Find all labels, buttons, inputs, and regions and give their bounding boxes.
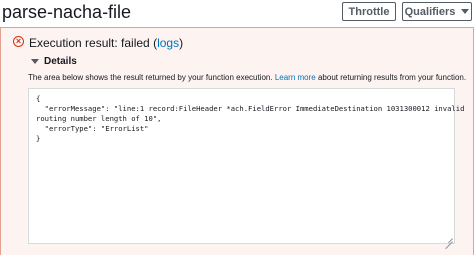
error-circle-icon: × (13, 36, 24, 47)
result-output-code: { "errorMessage": "line:1 record:FileHea… (36, 94, 464, 144)
qualifiers-button-label: Qualifiers (404, 5, 456, 18)
chevron-down-icon (461, 9, 470, 14)
status-suffix: ) (179, 36, 184, 50)
description-prefix: The area below shows the result returned… (28, 73, 273, 82)
logs-link[interactable]: logs (157, 36, 179, 50)
description-suffix: about returning results from your functi… (317, 73, 467, 82)
function-header: parse-nacha-file Throttle Qualifiers (0, 0, 474, 26)
code-line: "errorType": "ErrorList" (36, 124, 149, 133)
details-label: Details (44, 56, 77, 67)
details-toggle[interactable]: Details (31, 56, 77, 67)
execution-status-title: Execution result: failed (logs) (29, 36, 183, 50)
code-line: "errorMessage": "line:1 record:FileHeade… (36, 104, 465, 113)
code-line: routing number length of 10", (36, 114, 162, 123)
resize-handle-icon[interactable] (445, 234, 453, 242)
caret-down-icon (31, 59, 39, 64)
throttle-button[interactable]: Throttle (342, 2, 396, 21)
qualifiers-button[interactable]: Qualifiers (402, 2, 472, 21)
result-output-box[interactable]: { "errorMessage": "line:1 record:FileHea… (28, 88, 464, 244)
status-prefix: Execution result: failed ( (29, 36, 158, 50)
learn-more-link[interactable]: Learn more (275, 73, 316, 82)
code-line: } (36, 134, 41, 143)
page-title: parse-nacha-file (2, 2, 132, 22)
execution-result-panel: × Execution result: failed (logs) Detail… (0, 27, 474, 255)
code-line: { (36, 94, 41, 103)
throttle-button-label: Throttle (348, 5, 390, 18)
result-description: The area below shows the result returned… (28, 73, 466, 83)
